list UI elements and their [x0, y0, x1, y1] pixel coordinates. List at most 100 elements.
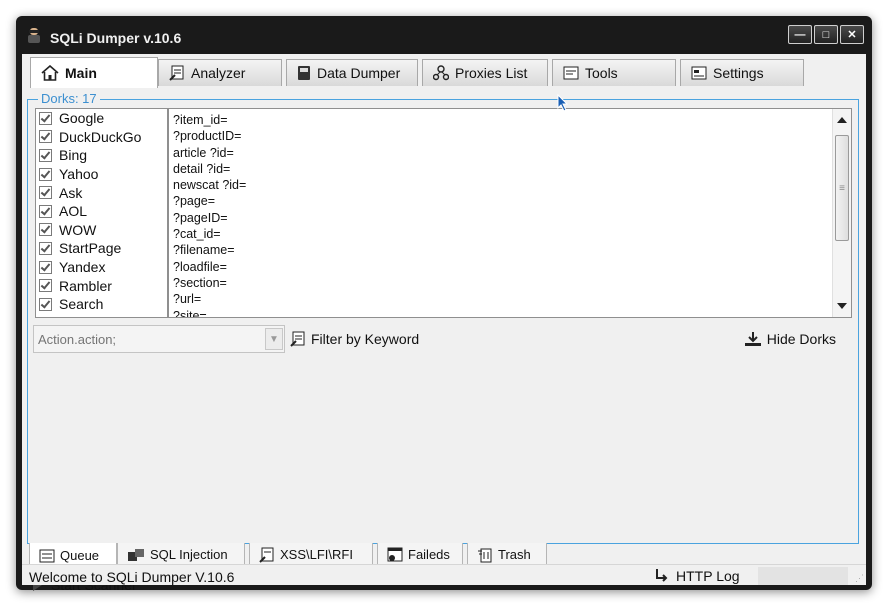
faileds-icon [387, 547, 403, 561]
dork-line: ?productID= [173, 129, 242, 144]
tab-analyzer[interactable]: Analyzer [158, 59, 282, 86]
dork-line: ?site= [173, 308, 207, 318]
engine-label: StartPage [59, 240, 122, 257]
xss-icon [259, 547, 274, 563]
main-panel: Dorks: 17 Google DuckDuckGo Bing Yahoo A… [25, 88, 863, 593]
tab-settings-label: Settings [713, 65, 764, 81]
checkbox[interactable] [39, 204, 52, 218]
engine-yahoo[interactable]: Yahoo [36, 165, 167, 184]
engine-bing[interactable]: Bing [36, 146, 167, 165]
dork-line: ?filename= [173, 243, 235, 258]
tab-settings[interactable]: Settings [680, 59, 804, 86]
checkbox[interactable] [39, 148, 52, 162]
hide-dorks-button[interactable]: Hide Dorks [744, 326, 836, 352]
engine-rambler[interactable]: Rambler [36, 276, 167, 295]
trash-icon [478, 548, 492, 562]
dork-line: ?section= [173, 275, 227, 290]
action-combobox[interactable]: ▼ [33, 325, 285, 353]
queue-list[interactable] [33, 353, 853, 539]
download-icon [744, 332, 761, 346]
engine-label: Yandex [59, 259, 106, 276]
action-input[interactable] [34, 326, 262, 352]
queue-icon [39, 549, 55, 562]
settings-icon [691, 66, 707, 80]
engine-label: Rambler [59, 277, 112, 294]
engine-label: Ask [59, 184, 83, 201]
analyzer-icon [169, 65, 184, 81]
window-controls: — □ ✕ [788, 25, 864, 44]
dorks-scrollbar[interactable]: ≡ [832, 109, 851, 317]
tab-proxies-list-label: Proxies List [455, 65, 528, 81]
search-engine-list: Google DuckDuckGo Bing Yahoo Ask AOL WOW… [35, 108, 168, 318]
sql-injection-icon [128, 548, 144, 561]
checkbox[interactable] [39, 241, 52, 255]
engine-google[interactable]: Google [36, 109, 167, 128]
hide-dorks-label: Hide Dorks [766, 331, 836, 347]
tab-proxies-list[interactable]: Proxies List [422, 59, 548, 86]
dorks-count-label: Dorks: 17 [38, 91, 100, 106]
checkbox[interactable] [39, 130, 52, 144]
scroll-up-icon[interactable] [837, 117, 847, 123]
engine-duckduckgo[interactable]: DuckDuckGo [36, 128, 167, 147]
dorks-textarea[interactable]: ?item_id= ?productID= article ?id= detai… [168, 108, 852, 318]
hacker-icon [28, 28, 40, 43]
maximize-button[interactable]: □ [814, 25, 838, 44]
checkbox[interactable] [39, 279, 52, 293]
chevron-down-icon[interactable]: ▼ [265, 328, 283, 350]
engine-startpage[interactable]: StartPage [36, 239, 167, 258]
checkbox[interactable] [39, 297, 52, 311]
tab-data-dumper[interactable]: Data Dumper [286, 59, 418, 86]
tab-trash-label: Trash [498, 547, 531, 562]
resize-grip-icon[interactable]: ⋰ [855, 573, 864, 584]
tab-main[interactable]: Main [30, 57, 158, 88]
tab-queue-label: Queue [60, 548, 100, 563]
minimize-button[interactable]: — [788, 25, 812, 44]
title-bar[interactable]: SQLi Dumper v.10.6 — □ ✕ [16, 16, 872, 54]
client-area: Main Analyzer Data Dumper Proxies List T… [22, 54, 866, 593]
scroll-down-icon[interactable] [837, 303, 847, 309]
engine-wow[interactable]: WOW [36, 221, 167, 240]
http-log-icon [656, 569, 668, 582]
checkbox[interactable] [39, 223, 52, 237]
tab-faileds-label: Faileds [408, 547, 450, 562]
engine-label: Yahoo [59, 166, 99, 183]
dorks-group: Dorks: 17 Google DuckDuckGo Bing Yahoo A… [27, 91, 859, 544]
mouse-cursor-icon [557, 94, 569, 112]
tab-sql-injection-label: SQL Injection [150, 547, 228, 562]
scroll-thumb[interactable]: ≡ [835, 135, 849, 241]
tab-tools[interactable]: Tools [552, 59, 676, 86]
progress-bar [758, 567, 848, 585]
proxies-icon [433, 65, 449, 81]
data-dumper-icon [298, 66, 310, 80]
tools-icon [563, 66, 579, 80]
engine-search[interactable]: Search [36, 295, 167, 314]
status-message: Welcome to SQLi Dumper V.10.6 [29, 569, 235, 585]
checkbox[interactable] [39, 260, 52, 274]
filter-by-keyword-button[interactable]: Filter by Keyword [290, 326, 419, 352]
dork-line: ?page= [173, 194, 216, 209]
close-button[interactable]: ✕ [840, 25, 864, 44]
checkbox[interactable] [39, 167, 52, 181]
dork-line: ?item_id= [173, 113, 228, 127]
engine-ask[interactable]: Ask [36, 183, 167, 202]
http-log-button[interactable]: HTTP Log [654, 568, 740, 584]
checkbox[interactable] [39, 186, 52, 200]
app-window: SQLi Dumper v.10.6 — □ ✕ Main Analyzer D… [16, 16, 872, 593]
engine-label: Bing [59, 147, 88, 164]
dork-line: article ?id= [173, 145, 234, 160]
engine-label: Search [59, 296, 104, 313]
dork-line: ?loadfile= [173, 259, 227, 274]
tab-tools-label: Tools [585, 65, 618, 81]
dork-line: detail ?id= [173, 161, 231, 176]
dork-line: newscat ?id= [173, 178, 247, 193]
dork-line: ?cat_id= [173, 227, 221, 242]
filter-icon [290, 331, 305, 347]
window-title: SQLi Dumper v.10.6 [50, 30, 182, 46]
tab-data-dumper-label: Data Dumper [317, 65, 401, 81]
engine-label: DuckDuckGo [59, 128, 142, 145]
engine-aol[interactable]: AOL [36, 202, 167, 221]
dork-line: ?url= [173, 292, 202, 307]
engine-label: AOL [59, 203, 88, 220]
engine-yandex[interactable]: Yandex [36, 258, 167, 277]
checkbox[interactable] [39, 111, 52, 125]
